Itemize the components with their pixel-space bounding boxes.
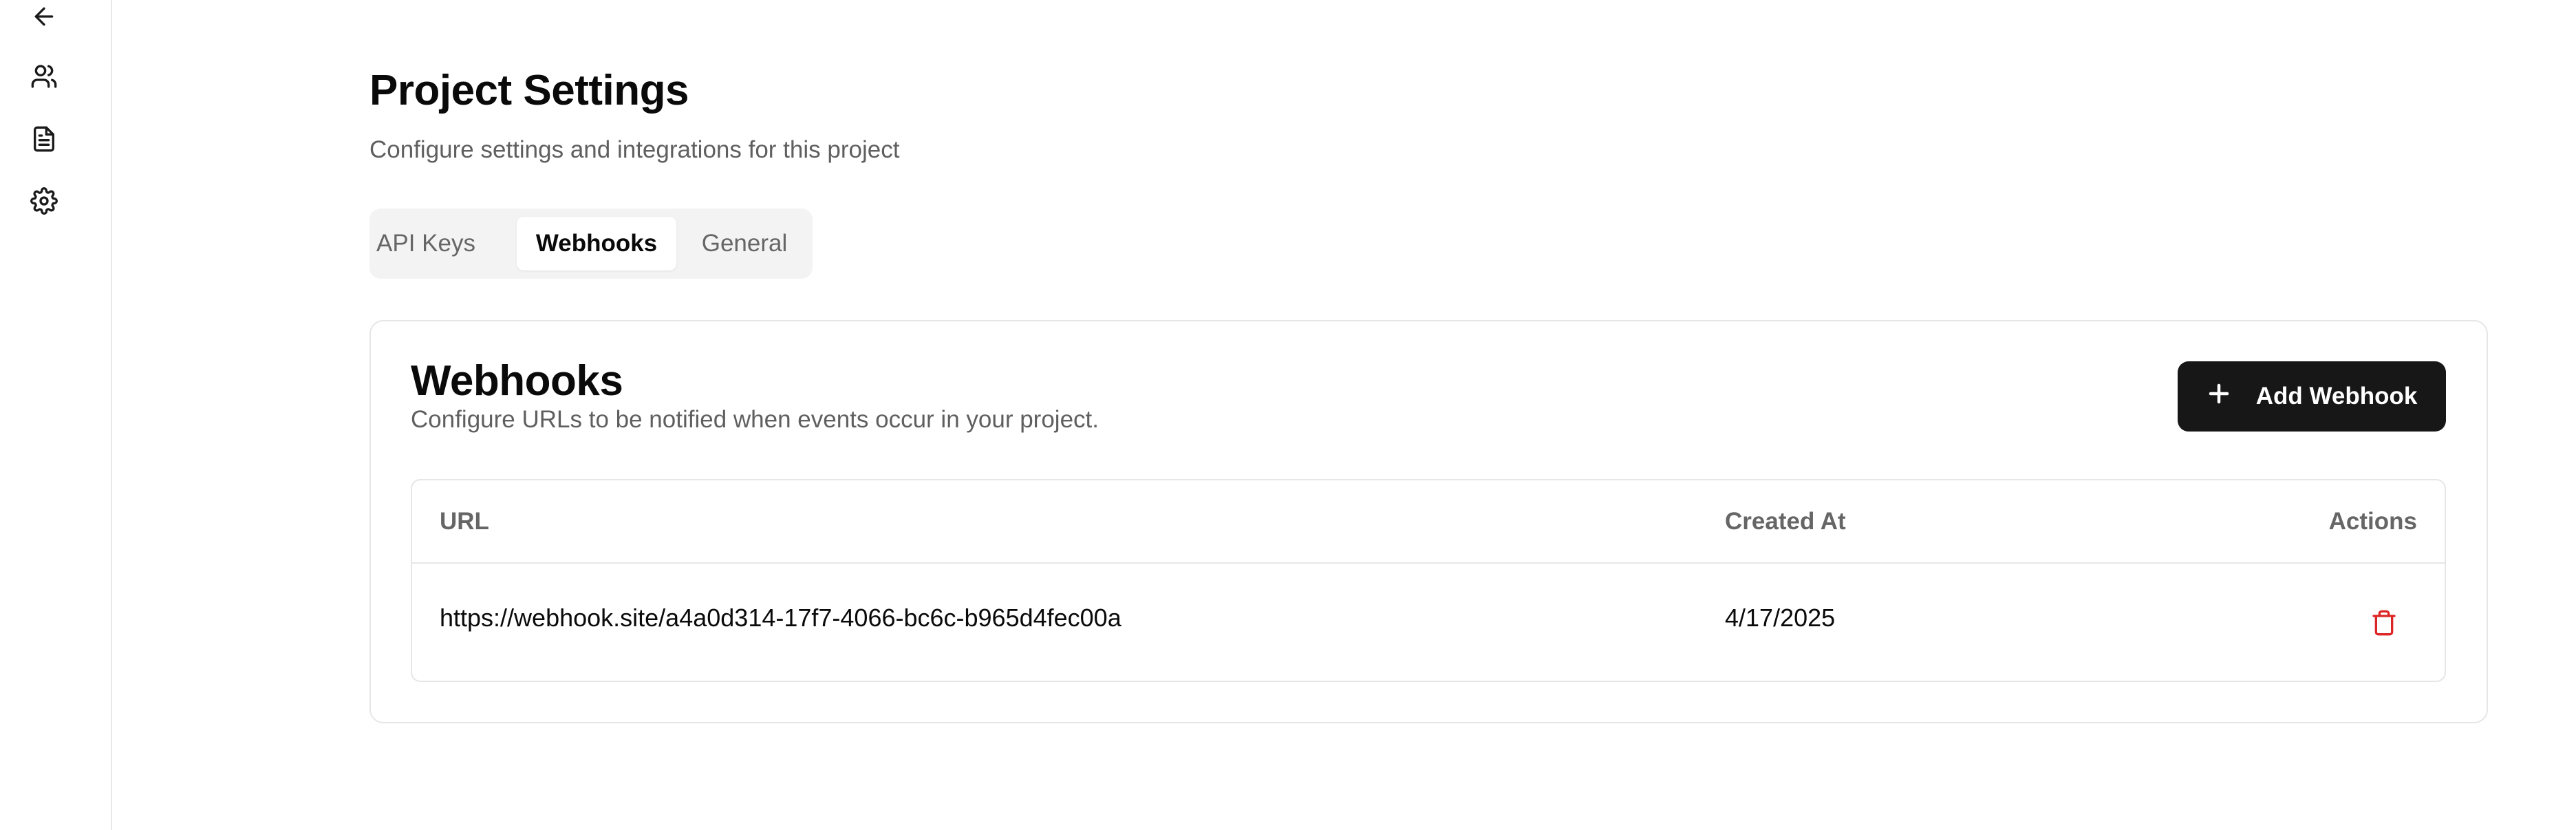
app-root: Project Settings Configure settings and … bbox=[0, 0, 2576, 830]
webhook-created-at: 4/17/2025 bbox=[1725, 604, 1836, 632]
trash-icon bbox=[2372, 610, 2396, 636]
page-title: Project Settings bbox=[369, 67, 689, 114]
gear-icon bbox=[30, 187, 58, 215]
arrow-left-icon bbox=[34, 7, 54, 26]
settings-tabs: API Keys Webhooks General bbox=[369, 209, 813, 279]
tab-api-keys[interactable]: API Keys bbox=[376, 217, 475, 270]
sidebar-item-documents[interactable] bbox=[28, 123, 61, 156]
column-header-created-at: Created At bbox=[1725, 508, 1846, 535]
column-header-actions: Actions bbox=[2328, 508, 2417, 535]
back-button[interactable] bbox=[28, 0, 61, 33]
table-header: URL Created At Actions bbox=[412, 480, 2445, 564]
page-subtitle: Configure settings and integrations for … bbox=[369, 136, 900, 163]
webhook-url: https://webhook.site/a4a0d314-17f7-4066-… bbox=[440, 604, 1121, 632]
add-webhook-button[interactable]: Add Webhook bbox=[2178, 361, 2446, 432]
add-webhook-label: Add Webhook bbox=[2255, 383, 2418, 409]
document-icon bbox=[34, 126, 55, 152]
sidebar bbox=[0, 0, 112, 830]
webhooks-description: Configure URLs to be notified when event… bbox=[411, 406, 1099, 433]
delete-webhook-button[interactable] bbox=[2365, 604, 2403, 642]
webhooks-table: URL Created At Actions https://webhook.s… bbox=[411, 479, 2446, 682]
plus-icon bbox=[2207, 381, 2231, 412]
table-row: https://webhook.site/a4a0d314-17f7-4066-… bbox=[412, 564, 2445, 681]
users-icon bbox=[31, 65, 57, 88]
tab-webhooks[interactable]: Webhooks bbox=[517, 217, 676, 270]
tab-general[interactable]: General bbox=[693, 217, 796, 270]
column-header-url: URL bbox=[440, 508, 489, 535]
sidebar-item-settings[interactable] bbox=[28, 184, 61, 217]
sidebar-item-users[interactable] bbox=[28, 60, 61, 93]
webhooks-title: Webhooks bbox=[411, 357, 623, 405]
